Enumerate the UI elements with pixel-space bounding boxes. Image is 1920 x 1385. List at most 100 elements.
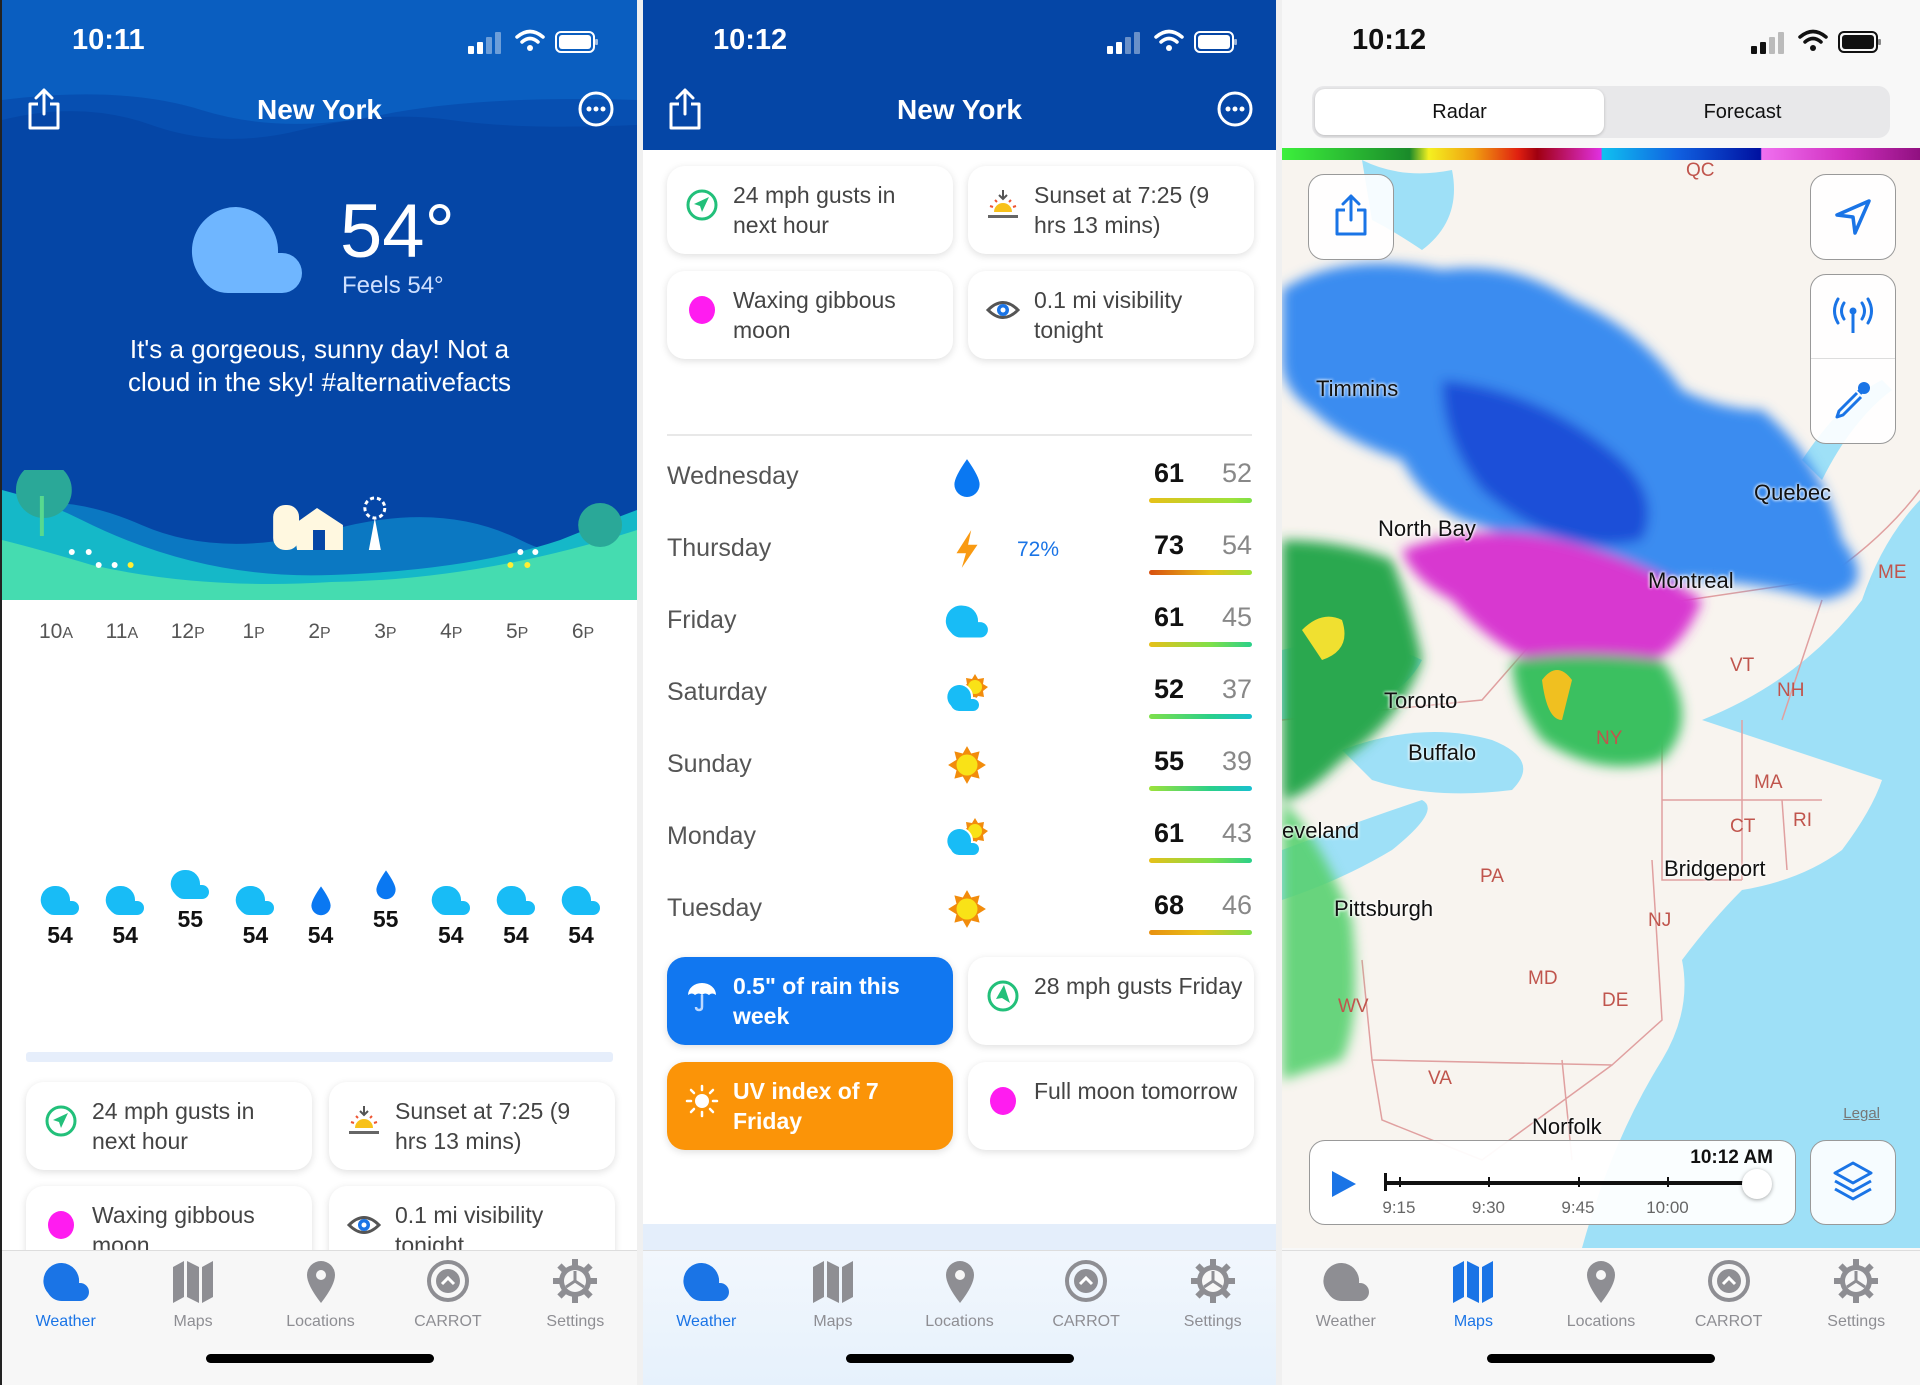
map-label-state: DE — [1602, 990, 1629, 1011]
daily-row[interactable]: Monday 61 43 — [667, 808, 1252, 868]
legal-link[interactable]: Legal — [1843, 1105, 1880, 1122]
quip-line-2: cloud in the sky! #alternativefacts — [128, 367, 511, 397]
raindrop-icon — [366, 868, 406, 900]
info-card-wind[interactable]: 24 mph gusts in next hour — [26, 1082, 312, 1170]
timeline-track[interactable] — [1384, 1181, 1755, 1185]
tab-maps[interactable]: Maps — [778, 1259, 888, 1331]
timeline-tick — [1577, 1177, 1580, 1187]
map-label-city: Buffalo — [1408, 740, 1477, 765]
tab-weather[interactable]: Weather — [1291, 1259, 1401, 1331]
hour-number: 11 — [105, 620, 128, 643]
map-label-state: VA — [1428, 1068, 1452, 1089]
gear-icon — [1189, 1259, 1237, 1303]
timeline-tick — [1488, 1177, 1491, 1187]
radar-map[interactable]: QC ME VT NH NY MA CT RI PA NJ MD DE WV V… — [1282, 160, 1920, 1248]
info-card-sunset[interactable]: Sunset at 7:25 (9 hrs 13 mins) — [968, 166, 1254, 254]
daily-row[interactable]: Friday 61 45 — [667, 592, 1252, 652]
partly-cloudy-icon — [945, 672, 989, 714]
play-icon[interactable] — [1330, 1169, 1358, 1199]
location-pin-icon — [936, 1259, 984, 1303]
low-temp: 54 — [1221, 530, 1252, 560]
eyedropper-icon — [1835, 382, 1870, 419]
segment-forecast[interactable]: Forecast — [1598, 89, 1887, 135]
tab-carrot[interactable]: CARROT — [1674, 1259, 1784, 1331]
tab-maps[interactable]: Maps — [138, 1259, 248, 1331]
tab-settings[interactable]: Settings — [1801, 1259, 1911, 1331]
status-bar: 10:11 — [2, 0, 637, 90]
daily-row[interactable]: Thursday 72% 73 54 — [667, 520, 1252, 580]
cellular-signal-icon — [1751, 32, 1784, 54]
map-share-button[interactable] — [1308, 174, 1394, 260]
hourly-temp: 54 — [568, 922, 594, 948]
tab-weather[interactable]: Weather — [651, 1259, 761, 1331]
map-label-state: NJ — [1648, 910, 1672, 931]
hour-suffix: P — [194, 625, 205, 642]
location-title: New York — [896, 94, 1022, 125]
more-options-icon[interactable] — [1216, 90, 1254, 128]
umbrella-icon — [688, 983, 716, 1012]
moon-phase-icon — [48, 1211, 74, 1239]
map-layers-button[interactable] — [1810, 1140, 1896, 1225]
tab-maps[interactable]: Maps — [1418, 1259, 1528, 1331]
tab-bar: Weather Maps Locations CARROT Settings — [1282, 1250, 1920, 1385]
hour-number: 4 — [440, 620, 452, 643]
day-name: Wednesday — [667, 462, 799, 490]
info-card-uv-index[interactable]: UV index of 7 Friday — [667, 1062, 953, 1150]
cloud-icon — [561, 884, 601, 916]
sun-uv-icon — [685, 1084, 719, 1118]
visibility-eye-icon — [986, 301, 1020, 319]
daily-row[interactable]: Saturday 52 37 — [667, 664, 1252, 724]
map-icon — [1449, 1259, 1497, 1303]
daily-row[interactable]: Wednesday 61 52 — [667, 448, 1252, 508]
map-label-city: Norfolk — [1532, 1114, 1602, 1139]
nav-bar: New York — [2, 88, 637, 136]
farm-scene-illustration — [2, 470, 637, 600]
locate-me-button[interactable] — [1810, 174, 1896, 260]
map-label-state: WV — [1338, 996, 1369, 1017]
tab-locations[interactable]: Locations — [266, 1259, 376, 1331]
daily-row[interactable]: Sunday 55 39 — [667, 736, 1252, 796]
tab-weather[interactable]: Weather — [11, 1259, 121, 1331]
info-card-rain-total[interactable]: 0.5" of rain this week — [667, 957, 953, 1045]
cloud-icon — [170, 868, 210, 900]
more-options-icon[interactable] — [577, 90, 615, 128]
cellular-signal-icon — [1107, 32, 1140, 54]
tab-settings[interactable]: Settings — [520, 1259, 630, 1331]
hourly-graph-baseline — [26, 1052, 613, 1062]
tab-carrot[interactable]: CARROT — [393, 1259, 503, 1331]
tab-locations[interactable]: Locations — [905, 1259, 1015, 1331]
tab-carrot[interactable]: CARROT — [1031, 1259, 1141, 1331]
map-label-city: Quebec — [1754, 480, 1832, 505]
cloud-icon — [682, 1259, 730, 1303]
info-card-full-moon[interactable]: Full moon tomorrow — [968, 1062, 1254, 1150]
low-temp: 43 — [1221, 818, 1252, 848]
tab-locations[interactable]: Locations — [1546, 1259, 1656, 1331]
daily-row[interactable]: Tuesday 68 46 — [667, 880, 1252, 940]
low-temp: 45 — [1221, 602, 1252, 632]
hour-label: 11A — [94, 620, 150, 644]
hero-section: 10:11 New York 54° Feels 54° It's a gorg… — [2, 0, 637, 600]
tab-bar: Weather Maps Locations CARROT Settings — [643, 1250, 1276, 1385]
timeline-tick-label: 9:30 — [1471, 1198, 1505, 1217]
info-card-wind[interactable]: 24 mph gusts in next hour — [667, 166, 953, 254]
info-card-sunset[interactable]: Sunset at 7:25 (9 hrs 13 mins) — [329, 1082, 615, 1170]
timeline-handle[interactable] — [1742, 1169, 1772, 1199]
map-label-city: Bridgeport — [1664, 856, 1766, 881]
info-card-wind-friday[interactable]: 28 mph gusts Friday — [968, 957, 1254, 1045]
tab-label: Locations — [925, 1313, 994, 1330]
day-name: Monday — [667, 822, 756, 850]
cellular-signal-icon — [468, 32, 501, 54]
info-card-moon[interactable]: Waxing gibbous moon — [667, 271, 953, 359]
color-picker-button[interactable] — [1811, 359, 1895, 443]
hour-label: 6P — [555, 620, 611, 644]
sun-icon — [945, 888, 989, 930]
card-text: Sunset at 7:25 (9 hrs 13 mins) — [395, 1098, 571, 1154]
gear-icon — [1832, 1259, 1880, 1303]
hourly-item: 54 — [553, 884, 609, 949]
radar-station-button[interactable] — [1811, 275, 1895, 359]
tab-settings[interactable]: Settings — [1158, 1259, 1268, 1331]
segment-radar[interactable]: Radar — [1315, 89, 1604, 135]
hourly-item: 54 — [488, 884, 544, 949]
info-card-visibility[interactable]: 0.1 mi visibility tonight — [968, 271, 1254, 359]
map-icon — [809, 1259, 857, 1303]
